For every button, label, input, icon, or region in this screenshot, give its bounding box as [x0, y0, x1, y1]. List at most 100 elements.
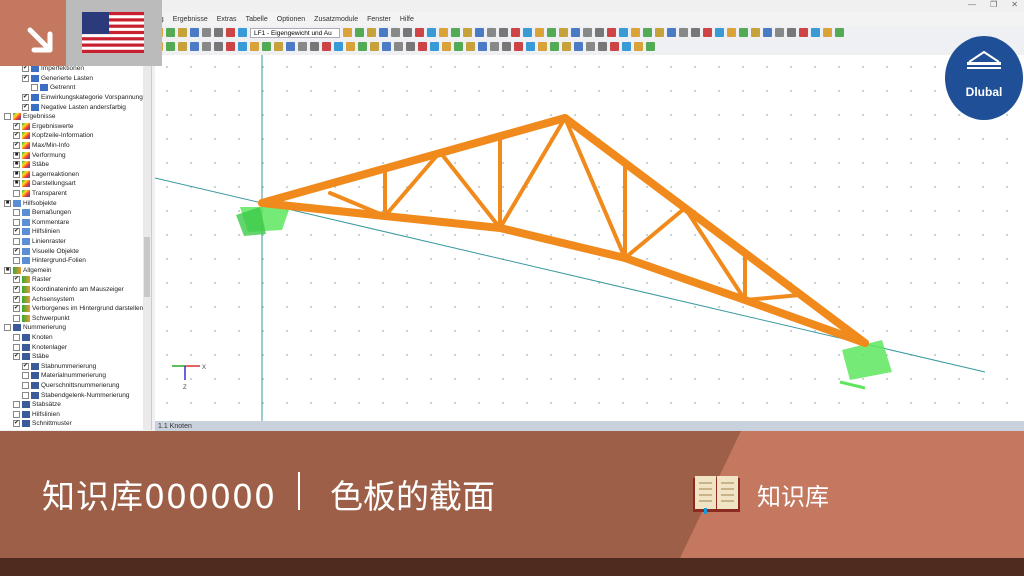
toolbar-button-icon[interactable]: [463, 28, 472, 37]
tree-item[interactable]: ✔ Ergebniswerte: [13, 122, 74, 132]
tree-checkbox[interactable]: ■: [13, 180, 20, 188]
toolbar-button-icon[interactable]: [751, 28, 760, 37]
toolbar-button-icon[interactable]: [487, 28, 496, 37]
toolbar-button-icon[interactable]: [403, 28, 412, 37]
toolbar-button-icon[interactable]: [202, 28, 211, 37]
tree-checkbox[interactable]: [13, 218, 20, 226]
tree-item[interactable]: Schwerpunkt: [13, 314, 70, 324]
tree-checkbox[interactable]: ✔: [22, 94, 29, 102]
toolbar-button-icon[interactable]: [643, 28, 652, 37]
toolbar-button-icon[interactable]: [178, 28, 187, 37]
tree-item[interactable]: ✔ Generierte Lasten: [22, 74, 93, 84]
toolbar-button-icon[interactable]: [430, 42, 439, 51]
toolbar-button-icon[interactable]: [574, 42, 583, 51]
tree-item[interactable]: ✔ Einwirkungskategorie Vorspannung: [22, 93, 143, 103]
tree-checkbox[interactable]: [13, 209, 20, 217]
tree-item[interactable]: Ergebnisse: [4, 112, 56, 122]
toolbar-button-icon[interactable]: [490, 42, 499, 51]
tree-checkbox[interactable]: ✔: [13, 132, 20, 140]
toolbar-button-icon[interactable]: [358, 42, 367, 51]
tree-item[interactable]: ✔ Kopfzeile-Information: [13, 131, 93, 141]
tree-checkbox[interactable]: ✔: [13, 305, 20, 313]
toolbar-button-icon[interactable]: [562, 42, 571, 51]
tree-item[interactable]: Transparent: [13, 189, 67, 199]
tree-checkbox[interactable]: [13, 343, 20, 351]
menu-item[interactable]: Hilfe: [400, 16, 414, 23]
tree-checkbox[interactable]: ✔: [13, 295, 20, 303]
toolbar-button-icon[interactable]: [787, 28, 796, 37]
toolbar-button-icon[interactable]: [595, 28, 604, 37]
menu-item[interactable]: Optionen: [277, 16, 305, 23]
toolbar-button-icon[interactable]: [439, 28, 448, 37]
tree-checkbox[interactable]: [13, 190, 20, 198]
toolbar-button-icon[interactable]: [454, 42, 463, 51]
tree-item[interactable]: Kommentare: [13, 218, 69, 228]
toolbar-button-icon[interactable]: [835, 28, 844, 37]
toolbar-button-icon[interactable]: [583, 28, 592, 37]
toolbar-button-icon[interactable]: [667, 28, 676, 37]
toolbar-button-icon[interactable]: [214, 42, 223, 51]
toolbar-button-icon[interactable]: [538, 42, 547, 51]
toolbar-button-icon[interactable]: [598, 42, 607, 51]
tree-item[interactable]: ■ Allgemein: [4, 266, 52, 276]
toolbar-button-icon[interactable]: [406, 42, 415, 51]
bottom-chord[interactable]: [621, 254, 749, 304]
tree-item[interactable]: Stabsätze: [13, 400, 61, 410]
tree-item[interactable]: ✔ Hilfslinien: [13, 227, 60, 237]
truss-diagonal[interactable]: [623, 206, 687, 260]
menu-item[interactable]: Zusatzmodule: [314, 16, 358, 23]
toolbar-button-icon[interactable]: [634, 42, 643, 51]
tree-item[interactable]: Materialnummerierung: [22, 371, 106, 381]
model-viewport[interactable]: X Z: [155, 55, 1024, 421]
toolbar-button-icon[interactable]: [286, 42, 295, 51]
toolbar-button-icon[interactable]: [499, 28, 508, 37]
tree-item[interactable]: Hintergrund-Folien: [13, 256, 86, 266]
tree-item[interactable]: ■ Hilfsobjekte: [4, 198, 57, 208]
tree-checkbox[interactable]: ✔: [13, 353, 20, 361]
toolbar-button-icon[interactable]: [727, 28, 736, 37]
toolbar-button-icon[interactable]: [475, 28, 484, 37]
toolbar-button-icon[interactable]: [451, 28, 460, 37]
menu-item[interactable]: Fenster: [367, 16, 391, 23]
tree-item[interactable]: ✔ Schnittmuster: [13, 419, 72, 429]
toolbar-button-icon[interactable]: [226, 28, 235, 37]
toolbar-button-icon[interactable]: [274, 42, 283, 51]
tree-checkbox[interactable]: [22, 391, 29, 399]
toolbar-button-icon[interactable]: [442, 42, 451, 51]
tree-item[interactable]: ✔ Verborgenes im Hintergrund darstellen: [13, 304, 143, 314]
tree-item[interactable]: ✔ Max/Min-Info: [13, 141, 70, 151]
toolbar-button-icon[interactable]: [799, 28, 808, 37]
restore-icon[interactable]: ❐: [990, 0, 997, 9]
language-flag[interactable]: [66, 0, 162, 66]
support-right[interactable]: [839, 340, 892, 390]
tree-item[interactable]: ■ Verformung: [13, 150, 66, 160]
tree-checkbox[interactable]: [13, 334, 20, 342]
toolbar-button-icon[interactable]: [367, 28, 376, 37]
tree-checkbox[interactable]: [31, 84, 38, 92]
toolbar-button-icon[interactable]: [190, 42, 199, 51]
toolbar-button-icon[interactable]: [511, 28, 520, 37]
tree-item[interactable]: ✔ Achsensystem: [13, 294, 74, 304]
tree-checkbox[interactable]: [13, 257, 20, 265]
toolbar-button-icon[interactable]: [166, 28, 175, 37]
toolbar-button-icon[interactable]: [631, 28, 640, 37]
truss-model[interactable]: [258, 114, 869, 347]
tree-checkbox[interactable]: [4, 324, 11, 332]
bottom-chord[interactable]: [381, 212, 504, 232]
toolbar-button-icon[interactable]: [214, 28, 223, 37]
toolbar-button-icon[interactable]: [346, 42, 355, 51]
tree-checkbox[interactable]: ✔: [22, 74, 29, 82]
tree-item[interactable]: ■ Darstellungsart: [13, 179, 76, 189]
top-chord-left[interactable]: [258, 114, 569, 207]
toolbar-button-icon[interactable]: [622, 42, 631, 51]
tree-item[interactable]: ■ Lagerreaktionen: [13, 170, 79, 180]
toolbar-button-icon[interactable]: [178, 42, 187, 51]
toolbar-button-icon[interactable]: [370, 42, 379, 51]
toolbar-button-icon[interactable]: [547, 28, 556, 37]
toolbar-button-icon[interactable]: [535, 28, 544, 37]
toolbar-button-icon[interactable]: [823, 28, 832, 37]
tree-checkbox[interactable]: ✔: [13, 122, 20, 130]
toolbar-button-icon[interactable]: [619, 28, 628, 37]
tree-item[interactable]: Knoten: [13, 333, 53, 343]
toolbar-button-icon[interactable]: [586, 42, 595, 51]
